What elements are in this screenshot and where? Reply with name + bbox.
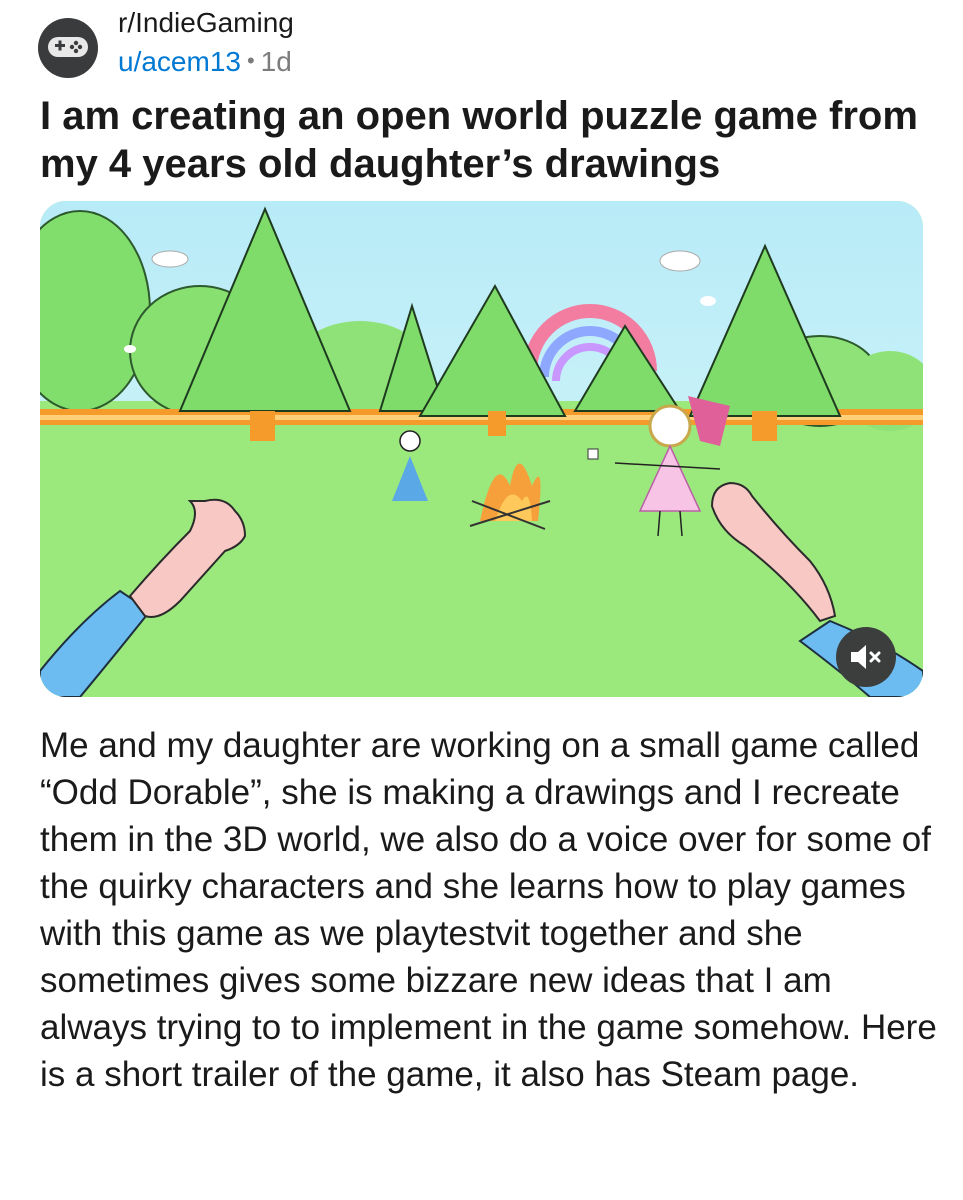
subreddit-name[interactable]: r/IndieGaming (118, 6, 294, 40)
post-title[interactable]: I am creating an open world puzzle game … (40, 92, 940, 188)
video-frame (40, 201, 923, 697)
post-header: r/IndieGaming u/acem13 • 1d (38, 6, 918, 79)
gamepad-icon (46, 31, 90, 66)
post-body: Me and my daughter are working on a smal… (40, 726, 937, 1094)
meta-separator: • (246, 48, 255, 73)
speaker-muted-icon (849, 643, 883, 671)
video-player[interactable] (40, 201, 923, 697)
post-meta: r/IndieGaming u/acem13 • 1d (118, 6, 294, 79)
subreddit-avatar[interactable] (38, 18, 98, 78)
mute-toggle-button[interactable] (836, 627, 896, 687)
author-username[interactable]: u/acem13 (118, 46, 241, 77)
author-line: u/acem13 • 1d (118, 44, 294, 79)
post-age: 1d (260, 46, 292, 77)
